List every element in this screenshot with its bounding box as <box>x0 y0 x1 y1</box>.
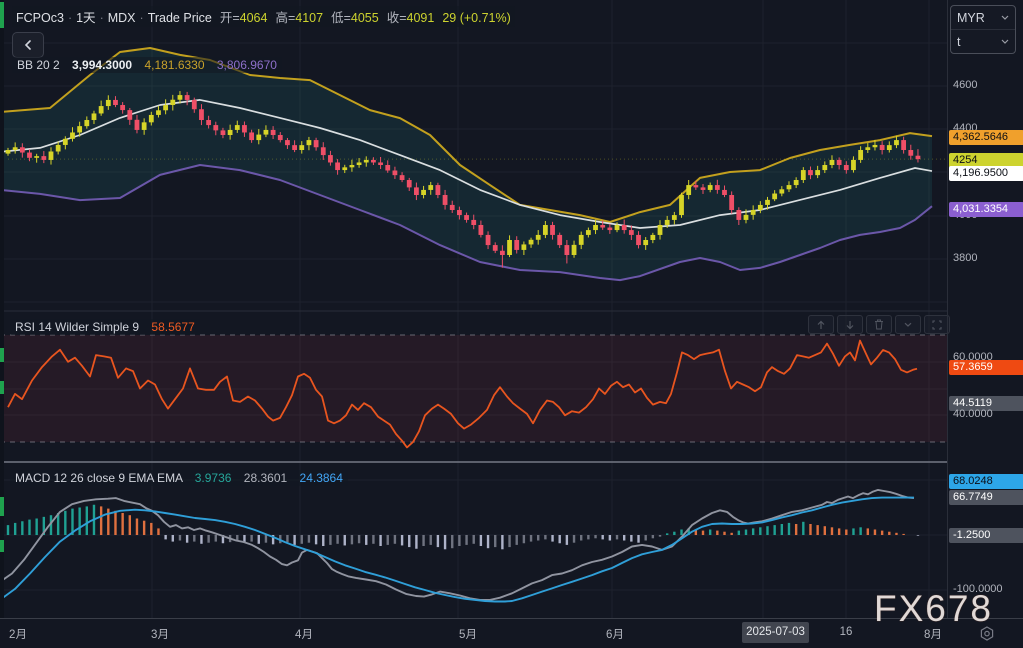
bb-lower-price-badge: 4,031.3354 <box>949 202 1023 217</box>
time-axis[interactable]: 2月 3月 4月 5月 6月 16 8月 2025-07-03 <box>0 618 1023 648</box>
trash-icon <box>874 319 884 330</box>
bb-legend[interactable]: BB 20 2 3,994.3000 4,181.6330 3,806.9670 <box>12 57 282 73</box>
rsi-tick-40: 40.0000 <box>953 408 993 420</box>
open-value: 4064 <box>240 11 268 25</box>
chevron-down-icon <box>1001 39 1009 44</box>
pane-controls <box>808 315 950 334</box>
rsi-legend[interactable]: RSI 14 Wilder Simple 9 58.5677 <box>10 319 200 335</box>
watermark-fx678: FX678 <box>874 588 993 630</box>
back-chevron-icon <box>24 40 32 50</box>
sidebar-mark <box>0 540 4 552</box>
change-value: 29 (+0.71%) <box>442 11 510 25</box>
sidebar-mark <box>0 2 4 28</box>
sidebar-mark <box>0 497 4 516</box>
sidebar-mark <box>0 348 4 362</box>
pane-move-down-button[interactable] <box>837 315 863 334</box>
bb-lower-value: 3,806.9670 <box>217 58 277 72</box>
collapse-chevrons-icon <box>903 320 913 330</box>
macd-hist-badge: -1.2500 <box>949 528 1023 543</box>
symbol-name[interactable]: FCPOc3 <box>16 11 64 25</box>
macd-signal-badge: 68.0248 <box>949 474 1023 489</box>
series-type-label: Trade Price <box>148 11 212 25</box>
chevron-down-icon <box>1001 15 1009 20</box>
macd-line-badge: 66.7749 <box>949 490 1023 505</box>
crosshair-date-badge: 2025-07-03 <box>742 622 809 643</box>
exchange-label: MDX <box>108 11 136 25</box>
open-label: 开= <box>220 11 240 25</box>
macd-signal-value: 24.3864 <box>300 471 343 485</box>
pane-collapse-button[interactable] <box>895 315 921 334</box>
macd-legend[interactable]: MACD 12 26 close 9 EMA EMA 3.9736 28.360… <box>10 470 348 486</box>
left-sidebar-strip[interactable] <box>0 0 4 648</box>
macd-hist-value: 3.9736 <box>195 471 232 485</box>
interval-label[interactable]: 1天 <box>76 11 95 25</box>
bb-basis-value: 3,994.3000 <box>72 58 132 72</box>
pane-delete-button[interactable] <box>866 315 892 334</box>
bb-upper-price-badge: 4,362.5646 <box>949 130 1023 145</box>
close-label: 收= <box>387 11 407 25</box>
price-tick: 3800 <box>953 252 977 264</box>
price-tick: 4600 <box>953 79 977 91</box>
macd-title: MACD 12 26 close 9 EMA EMA <box>15 471 182 485</box>
rsi-value-badge: 57.3659 <box>949 360 1023 375</box>
axis-unit-selector: MYR t <box>950 5 1016 54</box>
time-label: 5月 <box>459 626 477 642</box>
macd-line-value: 28.3601 <box>244 471 287 485</box>
trading-chart-window: FCPOc3·1天·MDX·Trade Price开=4064高=4107低=4… <box>0 0 1023 648</box>
low-value: 4055 <box>351 11 379 25</box>
time-label: 16 <box>840 626 853 638</box>
maximize-icon <box>932 320 942 330</box>
close-value: 4091 <box>407 11 435 25</box>
arrow-up-icon <box>816 320 826 330</box>
symbol-header: FCPOc3·1天·MDX·Trade Price开=4064高=4107低=4… <box>12 6 515 27</box>
low-label: 低= <box>331 11 351 25</box>
time-label: 4月 <box>295 626 313 642</box>
bb-upper-value: 4,181.6330 <box>144 58 204 72</box>
price-axis[interactable]: MYR t 4600 4400 4200 4000 3800 4,362.564… <box>948 0 1023 648</box>
high-label: 高= <box>275 11 295 25</box>
high-value: 4107 <box>295 11 323 25</box>
rsi-title: RSI 14 Wilder Simple 9 <box>15 320 139 334</box>
time-label: 6月 <box>606 626 624 642</box>
unit-label: t <box>957 35 960 49</box>
bb-basis-price-badge: 4,196.9500 <box>949 166 1023 181</box>
pane-move-up-button[interactable] <box>808 315 834 334</box>
currency-dropdown[interactable]: MYR <box>951 6 1015 29</box>
unit-dropdown[interactable]: t <box>951 29 1015 53</box>
rsi-value: 58.5677 <box>151 320 194 334</box>
arrow-down-icon <box>845 320 855 330</box>
back-button[interactable] <box>12 32 44 58</box>
chart-plot-area[interactable] <box>0 0 947 618</box>
time-label: 3月 <box>151 626 169 642</box>
time-label: 2月 <box>9 626 27 642</box>
sidebar-mark <box>0 381 4 394</box>
currency-label: MYR <box>957 11 985 25</box>
bb-title: BB 20 2 <box>17 58 60 72</box>
